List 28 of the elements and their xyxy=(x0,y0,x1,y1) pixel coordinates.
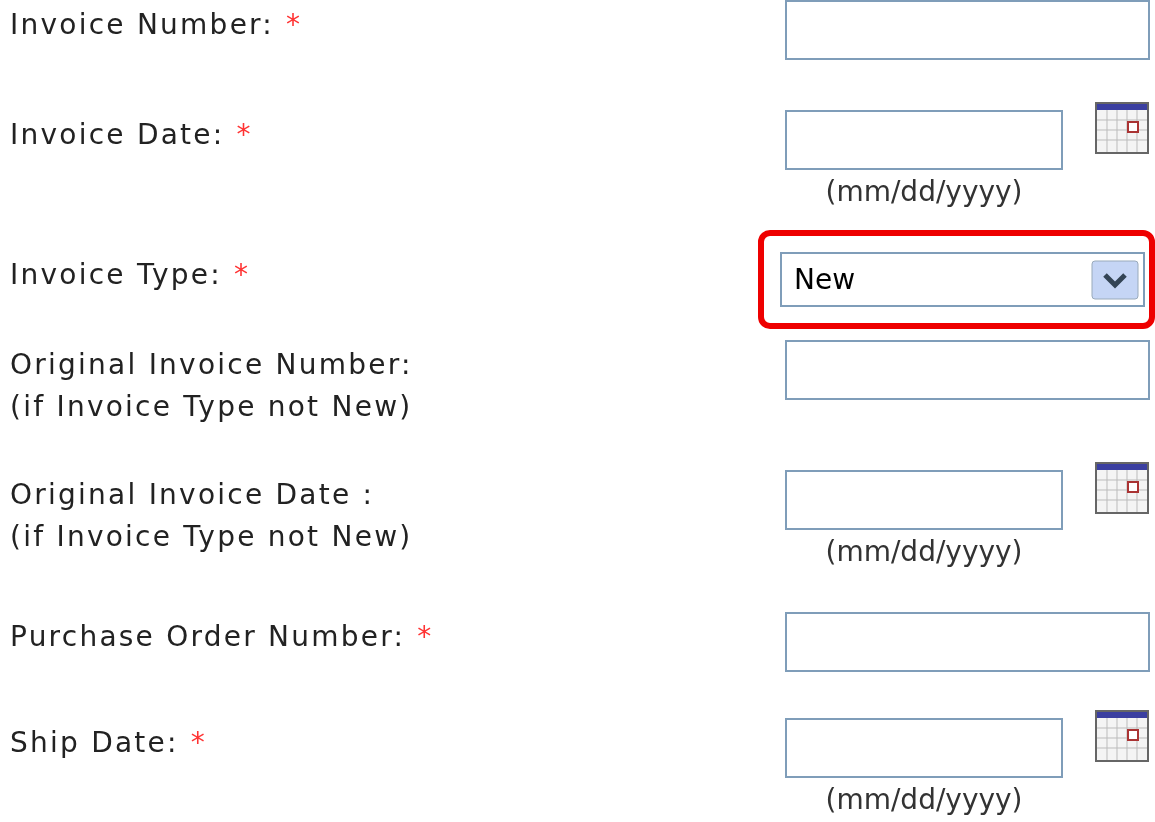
field-label: Invoice Type: xyxy=(10,257,222,293)
required-asterisk: * xyxy=(190,725,207,761)
text-field[interactable] xyxy=(785,612,1150,672)
field-label: Purchase Order Number: xyxy=(10,619,406,655)
invoice-type-select[interactable]: New xyxy=(780,252,1145,307)
date-format-hint: (mm/dd/yyyy) xyxy=(825,782,1023,818)
date-format-hint: (mm/dd/yyyy) xyxy=(825,174,1023,210)
calendar-icon[interactable] xyxy=(1095,462,1149,514)
field-note: (if Invoice Type not New) xyxy=(10,519,414,555)
required-asterisk: * xyxy=(236,117,253,153)
calendar-icon[interactable] xyxy=(1095,102,1149,154)
field-label: Ship Date: xyxy=(10,725,179,761)
dropdown-chevron-icon[interactable] xyxy=(1091,259,1139,300)
required-asterisk: * xyxy=(233,257,251,293)
date-format-hint: (mm/dd/yyyy) xyxy=(825,534,1023,570)
text-field[interactable] xyxy=(785,340,1150,400)
field-label: Invoice Number: xyxy=(10,7,275,43)
required-asterisk: * xyxy=(417,619,434,655)
required-asterisk: * xyxy=(286,7,303,43)
field-label: Original Invoice Date : xyxy=(10,477,375,513)
date-field[interactable] xyxy=(785,470,1063,530)
field-note: (if Invoice Type not New) xyxy=(10,389,414,425)
field-label: Invoice Date: xyxy=(10,117,225,153)
field-label: Original Invoice Number: xyxy=(10,347,413,383)
calendar-icon[interactable] xyxy=(1095,710,1149,762)
text-field[interactable] xyxy=(785,0,1150,60)
date-field[interactable] xyxy=(785,110,1063,170)
date-field[interactable] xyxy=(785,718,1063,778)
